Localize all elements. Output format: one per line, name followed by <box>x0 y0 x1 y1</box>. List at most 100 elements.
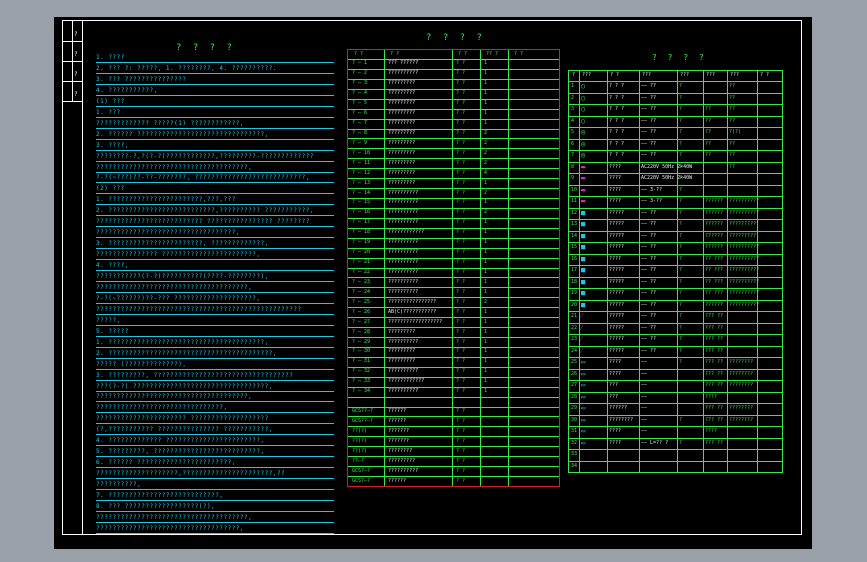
table-cell: ? <box>679 278 683 285</box>
table-cell: ? <box>679 232 683 239</box>
table-cell: ???? <box>609 370 622 377</box>
table-cell: ?? ??? <box>705 255 724 262</box>
table-row-line <box>569 391 782 393</box>
table-cell: 23 <box>571 336 578 343</box>
table-cell: ?? <box>729 117 736 124</box>
legend-symbol-icon: ⁄ <box>581 346 583 355</box>
table-cell: ? <box>679 140 683 147</box>
table-cell: ???????? <box>729 359 754 366</box>
note-line-text: 4. ????????????? ???????????????????????… <box>96 437 265 445</box>
table-cell: ???? <box>705 393 718 400</box>
table-cell: ????? <box>609 221 625 228</box>
note-line-text: 5. ????? <box>96 327 129 335</box>
table-header-cell: ??? <box>642 72 652 78</box>
title-strip-labels: ? ? ? ? <box>74 25 82 105</box>
table-cell: ??? ?? <box>705 439 724 446</box>
note-line-text: ?????????????????????????? ?????????????… <box>96 218 310 226</box>
table-cell: ? <box>679 416 683 423</box>
note-underline <box>96 105 334 107</box>
note-underline <box>96 324 334 326</box>
table-cell: AC220V 50Hz 2×40W <box>641 163 693 170</box>
table-row-line <box>569 104 782 105</box>
table-cell: ? <box>679 336 683 343</box>
table-cell: 5 <box>571 129 575 136</box>
table-cell: ???????? <box>729 382 754 389</box>
note-underline <box>96 445 334 447</box>
legend-symbol-icon: ■ <box>581 208 586 217</box>
note-line-text: ???(?-?) ???????????????????????????????… <box>96 382 273 390</box>
legend-symbol-icon: ▬ <box>581 185 586 194</box>
table-cell: ???????? <box>729 405 754 412</box>
table-cell: —— ?? <box>641 232 657 239</box>
table-cell: ???? <box>609 163 622 170</box>
note-line-text: ????????????????????????????????????????… <box>96 305 302 313</box>
legend-symbol-icon: ▭ <box>581 404 586 413</box>
table-cell: ?(?) <box>729 129 742 136</box>
note-line-text: ????????????????????,???????????????????… <box>96 470 286 478</box>
table-cell: 30 <box>571 416 578 423</box>
table-cell: —— ?? <box>641 290 657 297</box>
table-cell: —— ?? <box>641 313 657 320</box>
note-line-text: 2. ??????????????????????????,??????????… <box>96 207 314 215</box>
legend-symbol-icon: ▭ <box>581 369 586 378</box>
note-line-text: ?-?(~??????)??-??? ????????????????????, <box>96 294 261 302</box>
table-cell: 2 <box>571 94 575 101</box>
table-cell: 6 <box>571 140 575 147</box>
note-underline <box>96 313 334 315</box>
table-cell: —— <box>641 359 648 366</box>
note-line-text: ???????????(?-?)??????????(????-????????… <box>96 273 269 280</box>
note-underline <box>96 83 334 85</box>
table-cell: 1 <box>571 83 575 90</box>
legend-symbol-icon: ▭ <box>581 358 586 367</box>
table-cell: ? <box>679 152 683 159</box>
table-cell: 32 <box>571 439 578 446</box>
table-cell: ? <box>679 186 683 193</box>
table-cell: ? ? ? <box>609 83 625 90</box>
note-line-text: 1. ?????????????????????????????????????… <box>96 338 269 346</box>
table-cell: ? <box>679 324 683 331</box>
table-cell: ?????????? <box>729 198 760 205</box>
title-strip-label: ? <box>74 31 78 38</box>
table-row-line <box>569 334 782 335</box>
note-underline <box>96 291 334 293</box>
note-underline <box>96 215 334 217</box>
table-cell: ?? ??? <box>705 267 724 274</box>
note-underline <box>96 346 334 348</box>
table-row-line <box>569 184 782 186</box>
table-row-line <box>569 437 782 439</box>
table-cell: ????? <box>609 209 625 216</box>
note-line-text: 1. ???? <box>96 54 125 61</box>
note-line-text: 1. ???????????????????????,???,??? <box>96 196 236 204</box>
table-cell: ?????? <box>705 301 724 308</box>
table-cell: ?????????? <box>729 209 760 216</box>
table-column-line <box>677 71 678 472</box>
legend-symbol-icon: ▭ <box>581 392 586 401</box>
table-cell: —— ?? <box>641 324 657 331</box>
table-cell: ????????? <box>729 232 757 239</box>
table-cell: ? <box>679 83 683 90</box>
table-cell: ?? <box>729 152 736 159</box>
table-cell: 24 <box>571 347 578 354</box>
note-line-text: 2. ?????? ??????????????????????????????… <box>96 130 269 138</box>
table-header-cell: ? ? <box>760 72 770 78</box>
note-underline <box>96 94 334 96</box>
legend-symbol-icon: ▭ <box>581 427 586 436</box>
table-cell: ?????? <box>705 221 724 228</box>
table-cell: ??? ?? <box>705 416 724 423</box>
table-cell: —— <box>641 428 648 435</box>
table-cell: AC220V 50Hz 2×40W <box>641 175 693 182</box>
table-cell: ? ? ? <box>609 117 625 124</box>
note-line-text: 3. ??? ??????????????? <box>96 75 187 83</box>
legend-symbol-icon: ▭ <box>581 438 586 447</box>
table-column-line <box>727 71 728 472</box>
table-cell: ? <box>679 290 683 297</box>
table-cell: —— ?? <box>641 278 657 285</box>
table-cell: ???? <box>705 428 718 435</box>
note-underline <box>96 401 334 403</box>
table-cell: ??? ?? <box>705 359 724 366</box>
note-underline <box>96 467 334 469</box>
note-underline <box>96 193 334 195</box>
table-cell: —— ?? <box>641 83 657 90</box>
note-underline <box>96 248 334 250</box>
note-underline <box>96 423 334 425</box>
